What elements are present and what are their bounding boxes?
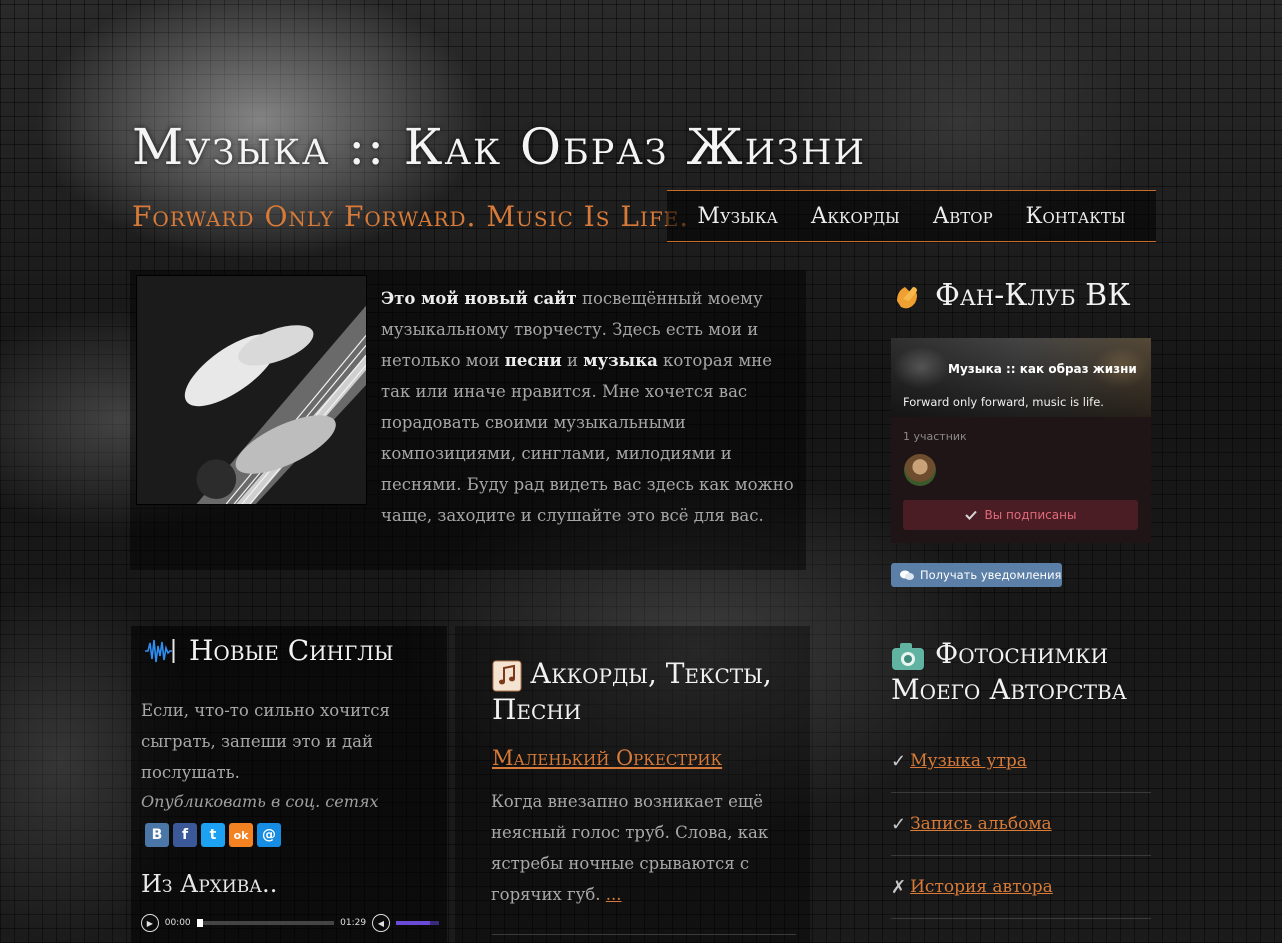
nav-item-contacts[interactable]: Контакты xyxy=(1025,204,1125,229)
vk-group-widget[interactable]: Музыка :: как образ жизни Forward only f… xyxy=(891,338,1151,543)
photo-link-morning-music[interactable]: Музыка утра xyxy=(910,751,1027,771)
list-item: ✓ Музыка утра xyxy=(891,730,1151,793)
audio-player: ▶ 00:00 01:29 ◀ xyxy=(141,910,439,936)
photo-link-author-history[interactable]: История автора xyxy=(910,877,1053,897)
vk-group-description: Forward only forward, music is life. xyxy=(903,395,1104,409)
fanclub-title: Фан-Клуб ВК xyxy=(935,278,1131,313)
odnoklassniki-icon[interactable]: ok xyxy=(229,823,253,847)
archive-title: Из Архива.. xyxy=(141,870,278,898)
nav-item-music[interactable]: Музыка xyxy=(697,204,777,229)
vk-group-name[interactable]: Музыка :: как образ жизни xyxy=(948,362,1137,376)
chords-excerpt-text: Когда внезапно возникает ещё неясный гол… xyxy=(491,792,769,904)
main-nav: Музыка Аккорды Автор Контакты xyxy=(667,190,1156,242)
chords-title: Аккорды, Тексты, Песни xyxy=(492,657,772,726)
singles-heading: Новые Синглы xyxy=(145,634,394,667)
mail-icon[interactable]: @ xyxy=(257,823,281,847)
notify-label: Получать уведомления xyxy=(920,568,1062,582)
list-item: ✓ Запись альбома xyxy=(891,793,1151,856)
intro-bold-music: музыка xyxy=(583,351,658,370)
check-icon xyxy=(964,510,977,520)
subscribed-button[interactable]: Вы подписаны xyxy=(903,500,1138,530)
player-duration: 01:29 xyxy=(340,918,367,928)
chords-post-link[interactable]: Маленький Оркестрик xyxy=(492,746,722,770)
progress-knob[interactable] xyxy=(196,919,203,927)
list-item: ✗ История автора xyxy=(891,856,1151,919)
vk-icon[interactable]: В xyxy=(145,823,169,847)
volume-icon[interactable]: ◀ xyxy=(372,914,390,932)
chat-bubbles-icon xyxy=(900,570,914,580)
site-title[interactable]: Музыка :: Как Образ Жизни xyxy=(132,118,866,176)
player-current-time: 00:00 xyxy=(164,918,191,928)
photos-title: Фотоснимки Моего Авторства xyxy=(891,637,1127,706)
guitar-photo xyxy=(136,275,367,505)
guitar-illustration xyxy=(137,276,366,504)
read-more-link[interactable]: ... xyxy=(606,885,622,904)
chords-divider xyxy=(492,934,796,935)
intro-bold-songs: песни xyxy=(504,351,562,370)
singles-title: Новые Синглы xyxy=(189,634,394,667)
cross-mark-icon: ✗ xyxy=(891,876,907,898)
check-mark-icon: ✓ xyxy=(891,750,907,772)
intro-text-part: которая мне так или иначе нравится. Мне … xyxy=(381,351,794,525)
chords-excerpt: Когда внезапно возникает ещё неясный гол… xyxy=(491,786,781,910)
volume-slider[interactable] xyxy=(395,921,439,925)
nav-item-author[interactable]: Автор xyxy=(933,204,993,229)
facebook-icon[interactable]: f xyxy=(173,823,197,847)
photo-link-album-recording[interactable]: Запись альбома xyxy=(910,814,1052,834)
notify-button[interactable]: Получать уведомления xyxy=(891,563,1062,587)
share-label: Опубликовать в соц. сетях xyxy=(141,792,379,811)
site-tagline: Forward Only Forward. Music Is Life. xyxy=(132,200,690,233)
photos-heading: Фотоснимки Моего Авторства xyxy=(891,636,1161,708)
music-note-icon xyxy=(492,660,522,691)
nav-item-chords[interactable]: Аккорды xyxy=(811,204,900,229)
clapping-hands-icon xyxy=(897,286,917,308)
player-progress-bar[interactable] xyxy=(196,919,335,927)
check-mark-icon: ✓ xyxy=(891,813,907,835)
play-button[interactable]: ▶ xyxy=(141,914,159,932)
camera-icon xyxy=(892,642,924,670)
intro-text: Это мой новый сайт посвещённый моему муз… xyxy=(381,283,801,531)
photo-list: ✓ Музыка утра ✓ Запись альбома ✗ История… xyxy=(891,730,1151,919)
intro-text-part: и xyxy=(561,351,584,370)
vk-member-count: 1 участник xyxy=(903,430,967,443)
intro-lead: Это мой новый сайт xyxy=(381,289,577,308)
member-avatar[interactable] xyxy=(904,454,936,486)
twitter-icon[interactable]: t xyxy=(201,823,225,847)
chords-heading: Аккорды, Тексты, Песни xyxy=(492,656,792,728)
singles-text: Если, что-то сильно хочится сыграть, зап… xyxy=(141,701,390,782)
social-share-row: В f t ok @ xyxy=(145,823,281,847)
subscribed-label: Вы подписаны xyxy=(984,508,1077,522)
sound-wave-icon xyxy=(145,638,175,663)
fanclub-heading: Фан-Клуб ВК xyxy=(893,278,1130,313)
volume-fill xyxy=(395,921,431,925)
